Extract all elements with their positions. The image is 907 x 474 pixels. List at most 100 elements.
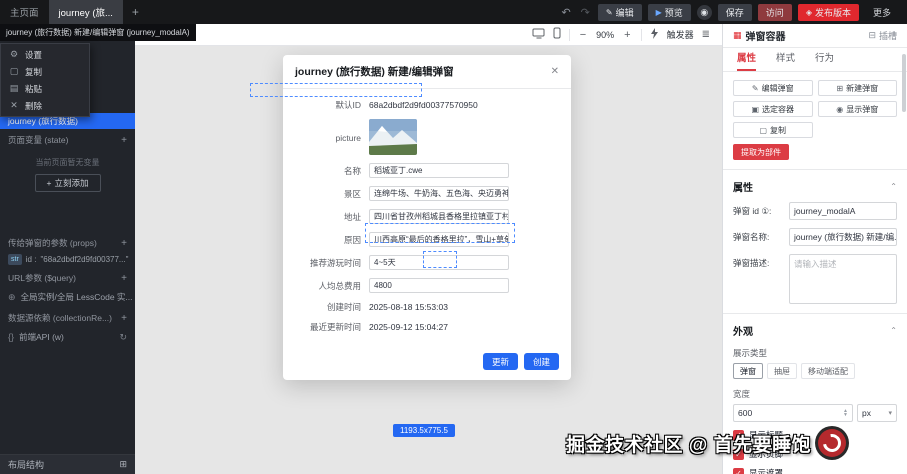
datasource-section-header[interactable]: 数据源依赖 (collectionRe...) + xyxy=(0,307,135,327)
plus-square-icon: ⊞ xyxy=(836,83,844,93)
top-actions: ↶ ↷ ✎ 编辑 ▶ 预览 ◉ 保存 访问 ◈ 发布版本 更多 xyxy=(559,3,907,21)
journey-edit-modal: journey (旅行数据) 新建/编辑弹窗 ✕ 默认ID 68a2dbdf2d… xyxy=(283,55,571,380)
modal-id-row: 弹窗 id ①: journey_modalA xyxy=(733,202,897,220)
name-input[interactable]: 稻城亚丁.cwe xyxy=(369,163,509,178)
context-menu: ⚙ 设置 ▢ 复制 ▤ 粘贴 ✕ 删除 xyxy=(0,43,90,117)
prop-item-id[interactable]: str id : "68a2dbdf2d9fd00377..." xyxy=(0,252,135,267)
zoom-out-button[interactable]: − xyxy=(578,29,588,41)
eye-icon: ◉ xyxy=(836,104,844,114)
edit-mode-button[interactable]: ✎ 编辑 xyxy=(597,3,642,21)
layout-structure-bar[interactable]: 布局结构 ⊞ xyxy=(0,454,135,474)
right-panel: ▦ 弹窗容器 ⊟ 插槽 属性 样式 行为 ✎ 编辑弹窗 ⊞ 新建弹窗 ▣ 选定容器 ◉ 显示… xyxy=(722,24,907,474)
divider xyxy=(568,28,570,41)
canvas[interactable]: journey (旅行数据) 新建/编辑弹窗 ✕ 默认ID 68a2dbdf2d… xyxy=(135,46,722,474)
tab-behavior[interactable]: 行为 xyxy=(815,50,834,71)
stepper-icons[interactable]: ▲ ▼ xyxy=(843,409,848,418)
refresh-icon[interactable]: ↻ xyxy=(119,332,127,343)
attributes-section-header[interactable]: 属性 ⌃ xyxy=(733,179,897,194)
tab-journey[interactable]: journey (旅... xyxy=(48,0,123,24)
modal-desc-row: 弹窗描述: 请输入描述 xyxy=(733,254,897,304)
trigger-label[interactable]: 触发器 xyxy=(667,28,694,41)
context-menu-delete[interactable]: ✕ 删除 xyxy=(1,97,89,114)
appearance-section-header[interactable]: 外观 ⌃ xyxy=(733,323,897,338)
trigger-icon[interactable] xyxy=(650,27,659,42)
api-icon: {} xyxy=(8,332,15,342)
type-badge: str xyxy=(8,254,22,265)
rocket-icon: ◈ xyxy=(805,7,812,17)
form-row-default-id: 默认ID 68a2dbdf2d9fd00377570950 xyxy=(335,100,478,110)
global-instance-item[interactable]: ⊕ 全局实例/全局 LessCode 实... xyxy=(0,287,135,307)
paste-icon: ▤ xyxy=(9,83,19,93)
width-unit-select[interactable]: px ▾ xyxy=(857,404,897,422)
extract-component-button[interactable]: 提取为部件 xyxy=(733,144,789,160)
form-row-created: 创建时间 2025-08-18 15:53:03 xyxy=(326,302,448,312)
context-menu-settings[interactable]: ⚙ 设置 xyxy=(1,46,89,63)
record-button[interactable]: ◉ xyxy=(696,4,712,20)
zoom-level: 90% xyxy=(596,29,615,40)
modal-id-input[interactable]: journey_modalA xyxy=(789,202,897,220)
add-query-icon[interactable]: + xyxy=(121,273,127,284)
width-input[interactable]: 600 ▲ ▼ xyxy=(733,404,853,422)
outline-icon[interactable]: ≣ xyxy=(702,29,710,40)
display-type-drawer[interactable]: 抽屉 xyxy=(767,363,797,379)
preview-button[interactable]: ▶ 预览 xyxy=(647,3,691,21)
add-variable-button[interactable]: + 立刻添加 xyxy=(34,174,101,192)
mobile-view-icon[interactable] xyxy=(553,27,561,42)
update-button[interactable]: 更新 xyxy=(482,353,518,370)
created-time-value: 2025-08-18 15:53:03 xyxy=(369,302,448,312)
cost-input[interactable]: 4800 xyxy=(369,278,509,293)
breadcrumb-tooltip: journey (旅行数据) 新建/编辑弹窗 (journey_modalA) xyxy=(0,24,196,41)
scrollbar[interactable] xyxy=(902,54,906,112)
query-section-header[interactable]: URL参数 ($query) + xyxy=(0,267,135,287)
redo-icon[interactable]: ↷ xyxy=(579,6,592,19)
context-menu-paste[interactable]: ▤ 粘贴 xyxy=(1,80,89,97)
show-modal-button[interactable]: ◉ 显示弹窗 xyxy=(817,101,897,117)
publish-button[interactable]: ◈ 发布版本 xyxy=(797,3,859,21)
reason-input[interactable]: 川西高原“最后的香格里拉”，雪山+草甸 xyxy=(369,232,509,247)
show-mask-checkbox[interactable]: ✓ xyxy=(733,467,744,474)
add-state-icon[interactable]: + xyxy=(121,135,127,146)
play-icon: ▶ xyxy=(655,7,662,17)
save-button[interactable]: 保存 xyxy=(717,3,752,21)
add-tab-button[interactable]: + xyxy=(123,5,148,19)
props-section-header[interactable]: 传给弹窗的参数 (props) + xyxy=(0,232,135,252)
plus-icon: + xyxy=(46,178,52,188)
add-prop-icon[interactable]: + xyxy=(121,238,127,249)
add-datasource-icon[interactable]: + xyxy=(121,313,127,324)
tab-attributes[interactable]: 属性 xyxy=(737,50,757,71)
edit-modal-button[interactable]: ✎ 编辑弹窗 xyxy=(733,80,813,96)
frontend-api-item[interactable]: {} 前端API (w) ↻ xyxy=(0,327,135,347)
modal-desc-textarea[interactable]: 请输入描述 xyxy=(789,254,897,304)
gear-icon: ⚙ xyxy=(9,49,19,59)
zoom-in-button[interactable]: + xyxy=(622,29,632,41)
display-type-modal[interactable]: 弹窗 xyxy=(733,363,763,379)
quick-actions: ✎ 编辑弹窗 ⊞ 新建弹窗 ▣ 选定容器 ◉ 显示弹窗 ▢ 复制 xyxy=(733,80,897,138)
lowcode-editor: 主页面 journey (旅... + ↶ ↷ ✎ 编辑 ▶ 预览 ◉ 保存 访问 … xyxy=(0,0,907,474)
undo-icon[interactable]: ↶ xyxy=(559,6,572,19)
copy-button[interactable]: ▢ 复制 xyxy=(733,122,813,138)
select-container-button[interactable]: ▣ 选定容器 xyxy=(733,101,813,117)
chevron-up-icon: ⌃ xyxy=(890,182,897,191)
globe-icon: ⊕ xyxy=(8,291,16,302)
desktop-view-icon[interactable] xyxy=(532,28,545,42)
panel-toggle-icon[interactable]: ⊞ xyxy=(119,459,127,470)
pencil-icon: ✎ xyxy=(751,83,759,93)
more-button[interactable]: 更多 xyxy=(865,4,899,21)
modal-name-input[interactable]: journey (旅行数据) 新建/编... xyxy=(789,228,897,246)
duration-input[interactable]: 4~5天 xyxy=(369,255,509,270)
display-type-mobile[interactable]: 移动端适配 xyxy=(801,363,855,379)
visit-button[interactable]: 访问 xyxy=(757,3,792,21)
tab-home[interactable]: 主页面 xyxy=(0,0,49,24)
scenic-input[interactable]: 连绵牛场、牛奶海、五色海、央迈勇神山 xyxy=(369,186,509,201)
close-icon[interactable]: ✕ xyxy=(551,66,559,77)
picture-thumbnail[interactable] xyxy=(369,119,417,155)
create-button[interactable]: 创建 xyxy=(523,353,559,370)
tab-style[interactable]: 样式 xyxy=(776,50,795,71)
new-modal-button[interactable]: ⊞ 新建弹窗 xyxy=(817,80,897,96)
slot-link[interactable]: ⊟ 插槽 xyxy=(868,29,897,42)
address-input[interactable]: 四川省甘孜州稻城县香格里拉镇亚丁村 xyxy=(369,209,509,224)
context-menu-copy[interactable]: ▢ 复制 xyxy=(1,63,89,80)
canvas-toolbar: − 90% + 触发器 ≣ xyxy=(135,24,722,46)
state-section-header[interactable]: 页面变量 (state) + xyxy=(0,129,135,149)
divider xyxy=(640,28,642,41)
